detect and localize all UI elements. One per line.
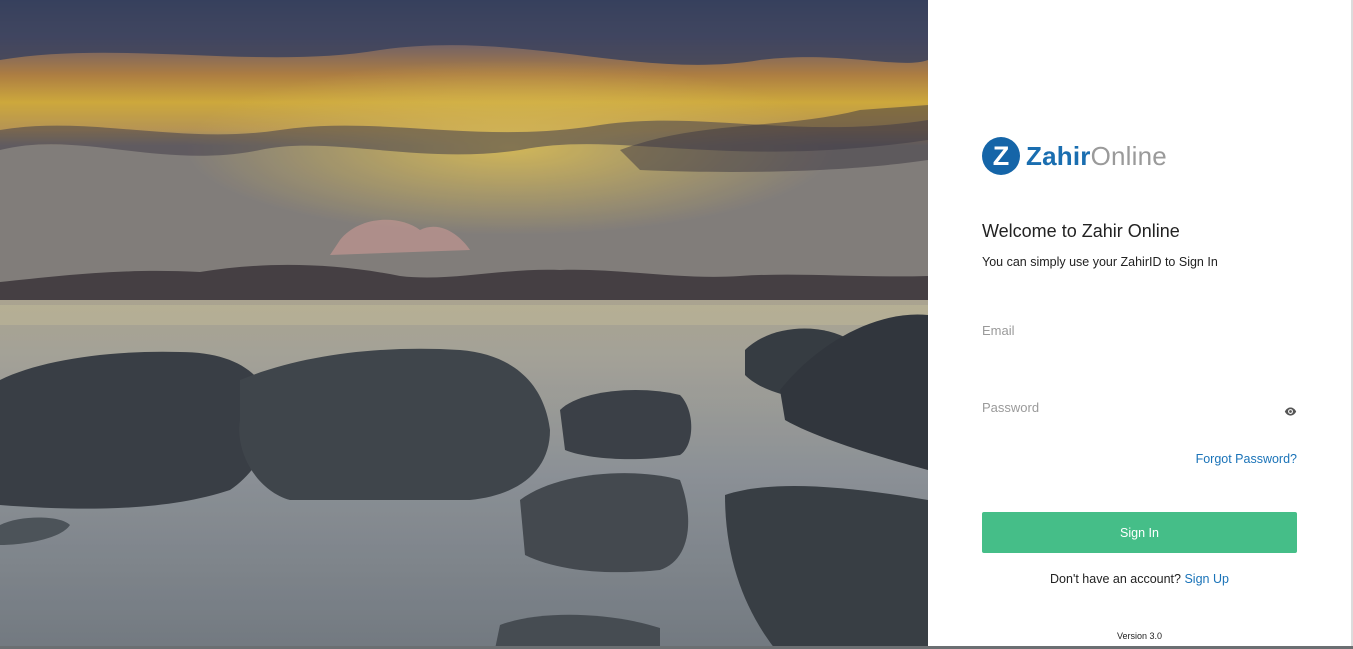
hero-background-image xyxy=(0,0,928,649)
sign-in-button[interactable]: Sign In xyxy=(982,512,1297,553)
no-account-text: Don't have an account? xyxy=(1050,572,1181,586)
welcome-subtitle: You can simply use your ZahirID to Sign … xyxy=(982,255,1218,269)
logo-wordmark: ZahirOnline xyxy=(1026,141,1167,172)
logo-text-zahir: Zahir xyxy=(1026,140,1091,171)
version-label: Version 3.0 xyxy=(1116,631,1163,641)
password-input[interactable] xyxy=(982,400,1297,415)
password-field xyxy=(982,399,1297,417)
logo-text-online: Online xyxy=(1090,140,1167,171)
zahir-logo-icon: Z xyxy=(982,137,1020,175)
sign-up-link[interactable]: Sign Up xyxy=(1184,572,1228,586)
image-overlay xyxy=(0,0,928,649)
zahir-online-logo: Z ZahirOnline xyxy=(982,136,1167,176)
email-input[interactable] xyxy=(982,323,1297,338)
eye-icon[interactable] xyxy=(1284,405,1297,418)
forgot-password-link[interactable]: Forgot Password? xyxy=(1196,452,1297,466)
login-panel: Z ZahirOnline Welcome to Zahir Online Yo… xyxy=(928,0,1353,649)
welcome-heading: Welcome to Zahir Online xyxy=(982,221,1180,241)
signup-prompt: Don't have an account? Sign Up xyxy=(982,572,1297,586)
email-field xyxy=(982,322,1297,340)
